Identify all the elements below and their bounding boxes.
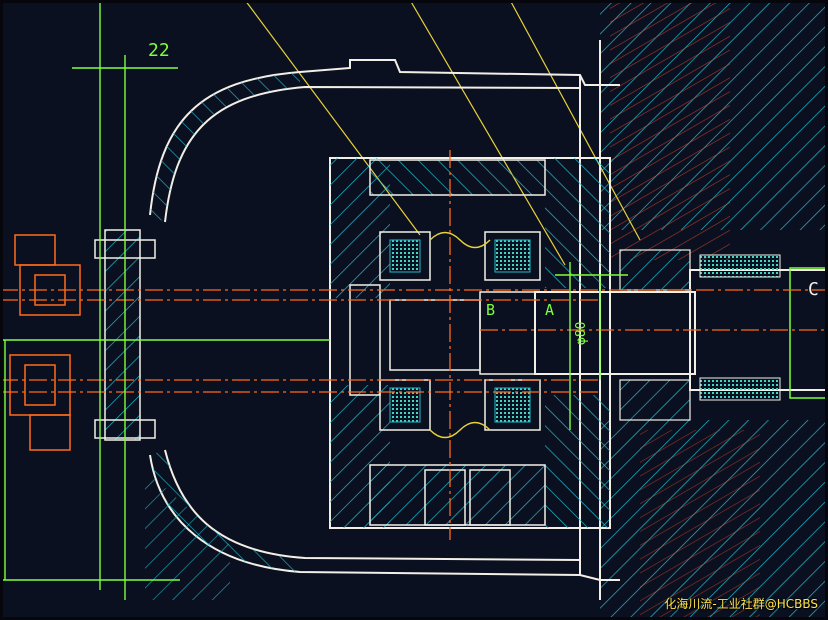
diameter-label: φ80 [574,322,589,345]
cad-drawing-photo: 22 B A φ80 C 化海川流-工业社群@HCBBS [0,0,828,620]
watermark-text: 化海川流-工业社群@HCBBS [664,597,818,611]
section-label-b: B [486,301,495,319]
dimension-label: 22 [148,40,170,61]
section-label-a: A [545,301,554,319]
cad-drawing: 22 B A φ80 C [0,0,828,620]
section-label-c: C [808,279,819,300]
